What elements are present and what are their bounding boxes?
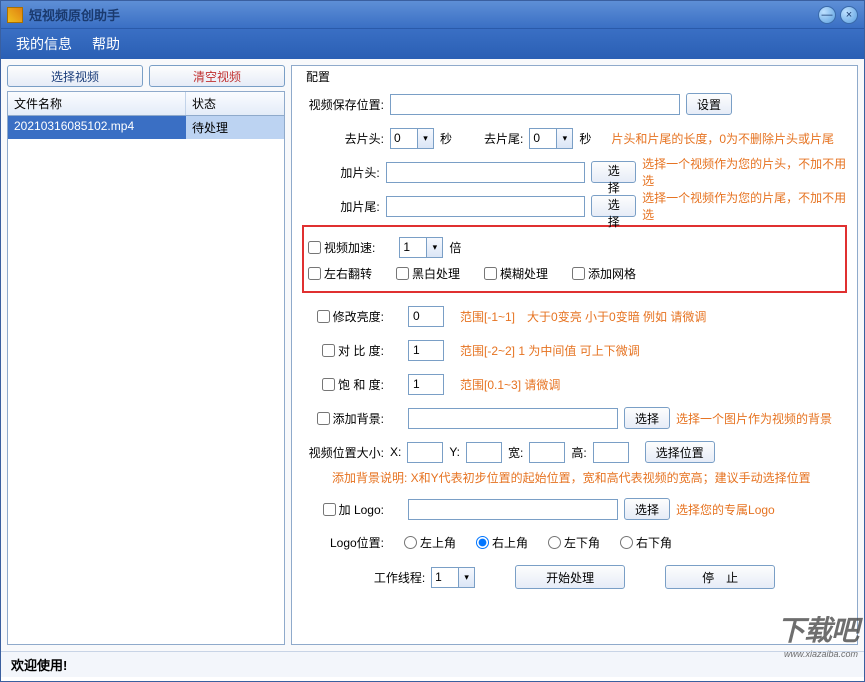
menubar: 我的信息 帮助 (1, 29, 864, 59)
table-header: 文件名称 状态 (7, 91, 285, 116)
contrast-checkbox[interactable]: 对 比 度: (302, 342, 384, 359)
saturation-hint: 范围[0.1~3] 请微调 (460, 376, 560, 393)
logo-checkbox[interactable]: 加 Logo: (302, 501, 384, 518)
blur-checkbox[interactable]: 模糊处理 (484, 265, 548, 282)
cell-filename: 20210316085102.mp4 (8, 116, 186, 139)
speed-checkbox[interactable]: 视频加速: (308, 239, 375, 256)
bg-checkbox[interactable]: 添加背景: (302, 410, 384, 427)
close-button[interactable]: × (840, 6, 858, 24)
menu-help[interactable]: 帮助 (92, 34, 120, 54)
status-text: 欢迎使用! (11, 655, 67, 674)
set-path-button[interactable]: 设置 (686, 93, 732, 115)
pos-w-input[interactable] (529, 442, 565, 463)
speed-spinner[interactable]: ▾ (399, 237, 443, 258)
window-title: 短视频原创助手 (29, 5, 818, 24)
left-panel: 选择视频 清空视频 文件名称 状态 20210316085102.mp4 待处理 (7, 65, 285, 645)
save-path-input[interactable] (390, 94, 680, 115)
config-panel: 配置 视频保存位置: 设置 去片头: ▾ 秒 去片尾: ▾ 秒 片头和片尾的长度… (291, 65, 858, 645)
threads-spinner[interactable]: ▾ (431, 567, 475, 588)
radio-top-left[interactable]: 左上角 (404, 534, 456, 551)
add-tail-hint: 选择一个视频作为您的片尾，不加不用选 (642, 189, 847, 223)
logo-pos-label: Logo位置: (302, 534, 384, 551)
watermark: 下载吧 www.xiazaiba.com (777, 609, 858, 659)
clear-video-button[interactable]: 清空视频 (149, 65, 285, 87)
config-legend: 配置 (302, 70, 334, 84)
logo-input[interactable] (408, 499, 618, 520)
highlighted-group: 视频加速: ▾ 倍 左右翻转 黑白处理 模糊处理 添加网格 (302, 225, 847, 293)
radio-top-right[interactable]: 右上角 (476, 534, 528, 551)
contrast-input[interactable] (408, 340, 444, 361)
logo-choose-button[interactable]: 选择 (624, 498, 670, 520)
app-icon (7, 7, 23, 23)
brightness-checkbox[interactable]: 修改亮度: (302, 308, 384, 325)
add-tail-input[interactable] (386, 196, 586, 217)
bg-hint: 选择一个图片作为视频的背景 (676, 410, 832, 427)
table-row[interactable]: 20210316085102.mp4 待处理 (8, 116, 284, 139)
radio-bottom-left[interactable]: 左下角 (548, 534, 600, 551)
pos-label: 视频位置大小: (302, 444, 384, 461)
pos-y-input[interactable] (466, 442, 502, 463)
cell-status: 待处理 (186, 116, 284, 139)
stop-button[interactable]: 停 止 (665, 565, 775, 589)
cut-tail-label: 去片尾: (484, 130, 523, 147)
select-video-button[interactable]: 选择视频 (7, 65, 143, 87)
threads-label: 工作线程: (374, 569, 425, 586)
pos-h-input[interactable] (593, 442, 629, 463)
bw-checkbox[interactable]: 黑白处理 (396, 265, 460, 282)
table-body: 20210316085102.mp4 待处理 (7, 116, 285, 645)
minimize-button[interactable]: — (818, 6, 836, 24)
grid-checkbox[interactable]: 添加网格 (572, 265, 636, 282)
menu-my-info[interactable]: 我的信息 (16, 34, 72, 54)
statusbar: 欢迎使用! (1, 651, 864, 677)
th-filename: 文件名称 (8, 92, 186, 115)
pos-x-input[interactable] (407, 442, 443, 463)
add-tail-label: 加片尾: (302, 198, 380, 215)
add-head-input[interactable] (386, 162, 586, 183)
save-path-label: 视频保存位置: (302, 96, 384, 113)
choose-position-button[interactable]: 选择位置 (645, 441, 715, 463)
add-head-choose-button[interactable]: 选择 (591, 161, 636, 183)
flip-checkbox[interactable]: 左右翻转 (308, 265, 372, 282)
cut-head-label: 去片头: (302, 130, 384, 147)
cut-hint: 片头和片尾的长度，0为不删除片头或片尾 (611, 130, 834, 147)
contrast-hint: 范围[-2~2] 1 为中间值 可上下微调 (460, 342, 640, 359)
start-button[interactable]: 开始处理 (515, 565, 625, 589)
cut-tail-spinner[interactable]: ▾ (529, 128, 573, 149)
cut-head-spinner[interactable]: ▾ (390, 128, 434, 149)
logo-hint: 选择您的专属Logo (676, 501, 775, 518)
chevron-down-icon[interactable]: ▾ (417, 129, 433, 148)
add-head-hint: 选择一个视频作为您的片头，不加不用选 (642, 155, 847, 189)
pos-hint: 添加背景说明: X和Y代表初步位置的起始位置，宽和高代表视频的宽高；建议手动选择… (332, 469, 847, 486)
add-head-label: 加片头: (302, 164, 380, 181)
chevron-down-icon[interactable]: ▾ (458, 568, 474, 587)
saturation-input[interactable] (408, 374, 444, 395)
saturation-checkbox[interactable]: 饱 和 度: (302, 376, 384, 393)
bg-choose-button[interactable]: 选择 (624, 407, 670, 429)
titlebar: 短视频原创助手 — × (1, 1, 864, 29)
add-tail-choose-button[interactable]: 选择 (591, 195, 636, 217)
bg-input[interactable] (408, 408, 618, 429)
chevron-down-icon[interactable]: ▾ (426, 238, 442, 257)
th-status: 状态 (186, 92, 284, 115)
chevron-down-icon[interactable]: ▾ (556, 129, 572, 148)
brightness-input[interactable] (408, 306, 444, 327)
brightness-hint: 范围[-1~1] 大于0变亮 小于0变暗 例如 请微调 (460, 308, 706, 325)
radio-bottom-right[interactable]: 右下角 (620, 534, 672, 551)
